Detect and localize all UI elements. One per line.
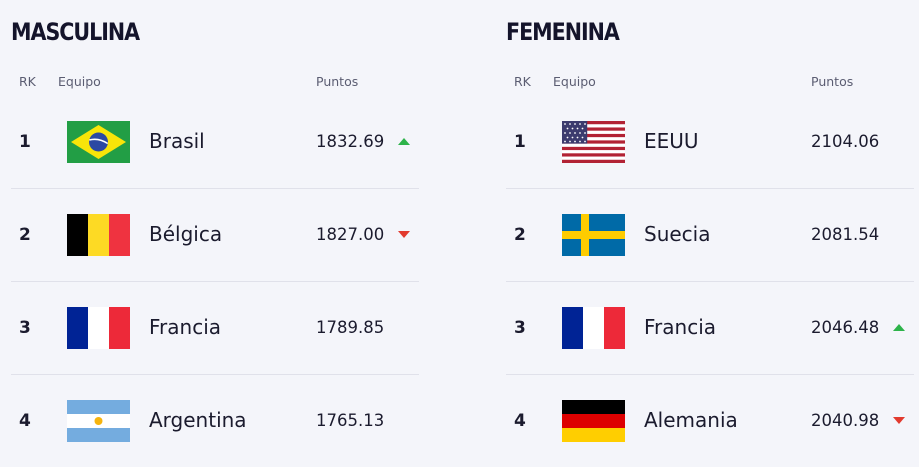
trend-up-icon — [398, 138, 410, 145]
column-header-points: Puntos — [811, 74, 854, 89]
ranking-row[interactable]: 2 Suecia 2081.54 — [506, 189, 914, 282]
ranking-femenina-panel: FEMENINA RK Equipo Puntos 1 EEUU 2104.06… — [506, 0, 914, 466]
panel-title: FEMENINA — [506, 18, 620, 46]
trend-up-icon — [893, 324, 905, 331]
column-header-team: Equipo — [58, 74, 101, 89]
trend-down-icon — [893, 417, 905, 424]
column-header-points: Puntos — [316, 74, 359, 89]
ranking-masculina-panel: MASCULINA RK Equipo Puntos 1 Brasil 1832… — [11, 0, 419, 466]
brazil-flag-icon — [67, 121, 130, 163]
team-name: EEUU — [644, 129, 699, 153]
trend-down-icon — [398, 231, 410, 238]
germany-flag-icon — [562, 400, 625, 442]
points-value: 1827.00 — [316, 225, 385, 244]
ranking-row[interactable]: 4 Alemania 2040.98 — [506, 375, 914, 467]
ranking-row[interactable]: 3 Francia 2046.48 — [506, 282, 914, 375]
team-name: Francia — [149, 315, 222, 339]
france-flag-icon — [562, 307, 625, 349]
rank-number: 4 — [514, 411, 526, 431]
panel-title: MASCULINA — [11, 18, 140, 46]
points-value: 2104.06 — [811, 132, 880, 151]
rank-number: 4 — [19, 411, 31, 431]
column-header-rank: RK — [19, 74, 36, 89]
points-value: 1789.85 — [316, 318, 385, 337]
team-name: Argentina — [149, 408, 247, 432]
rank-number: 2 — [514, 225, 526, 245]
rank-number: 3 — [514, 318, 526, 338]
points-value: 1832.69 — [316, 132, 385, 151]
rank-number: 2 — [19, 225, 31, 245]
rank-number: 3 — [19, 318, 31, 338]
sweden-flag-icon — [562, 214, 625, 256]
points-value: 2046.48 — [811, 318, 880, 337]
argentina-flag-icon — [67, 400, 130, 442]
ranking-row[interactable]: 3 Francia 1789.85 — [11, 282, 419, 375]
ranking-row[interactable]: 1 EEUU 2104.06 — [506, 96, 914, 189]
points-value: 2081.54 — [811, 225, 880, 244]
points-value: 2040.98 — [811, 411, 880, 430]
usa-flag-icon — [562, 121, 625, 163]
team-name: Bélgica — [149, 222, 223, 246]
ranking-list: 1 EEUU 2104.06 2 Suecia 2081.54 3 Franci… — [506, 96, 914, 467]
ranking-row[interactable]: 2 Bélgica 1827.00 — [11, 189, 419, 282]
ranking-row[interactable]: 1 Brasil 1832.69 — [11, 96, 419, 189]
column-header-team: Equipo — [553, 74, 596, 89]
column-header-rank: RK — [514, 74, 531, 89]
belgium-flag-icon — [67, 214, 130, 256]
team-name: Suecia — [644, 222, 711, 246]
ranking-list: 1 Brasil 1832.69 2 Bélgica 1827.00 3 Fra… — [11, 96, 419, 467]
france-flag-icon — [67, 307, 130, 349]
ranking-row[interactable]: 4 Argentina 1765.13 — [11, 375, 419, 467]
team-name: Francia — [644, 315, 717, 339]
rank-number: 1 — [514, 132, 526, 152]
points-value: 1765.13 — [316, 411, 385, 430]
rank-number: 1 — [19, 132, 31, 152]
team-name: Alemania — [644, 408, 738, 432]
team-name: Brasil — [149, 129, 205, 153]
